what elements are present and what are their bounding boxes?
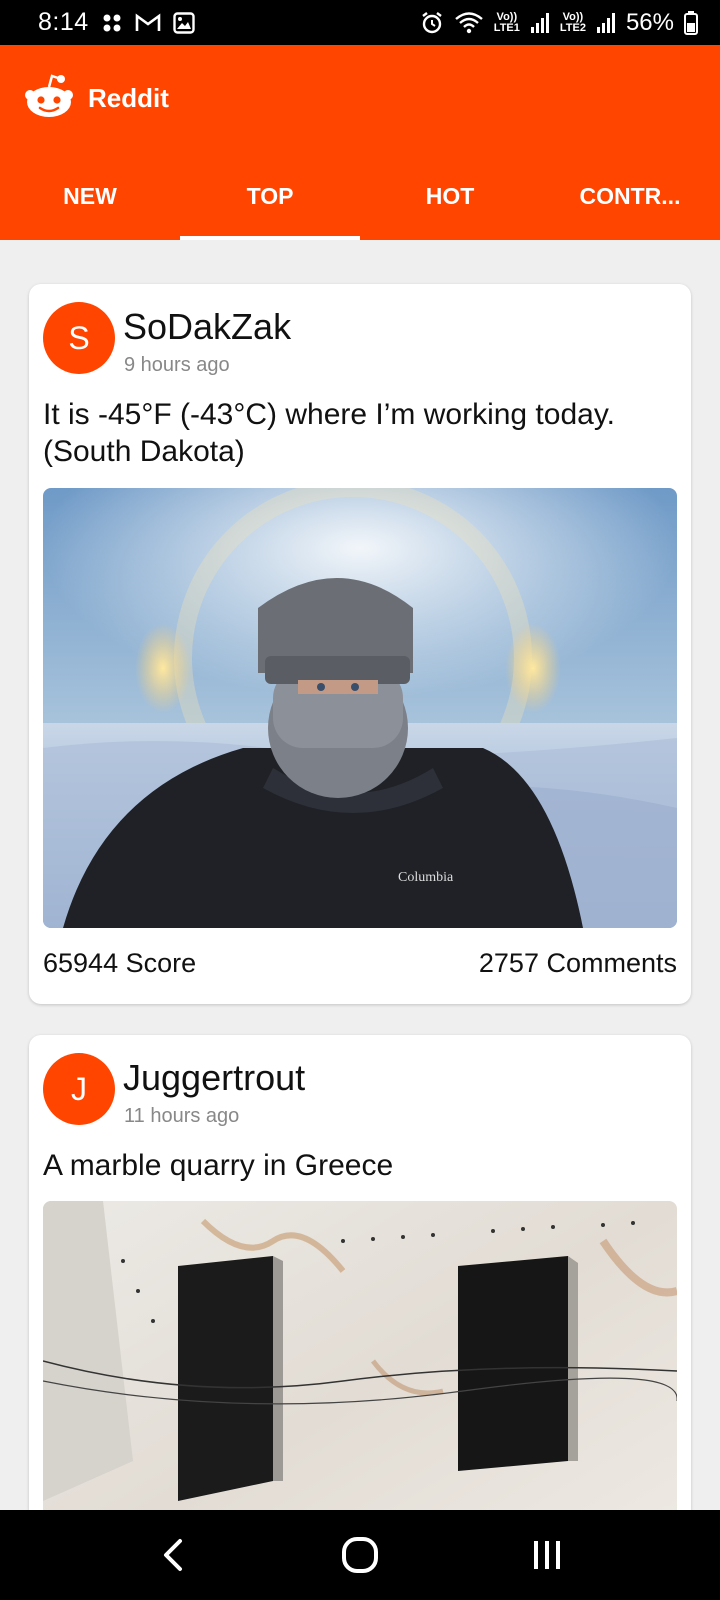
post-card[interactable]: J Juggertrout 11 hours ago A marble quar… bbox=[29, 1035, 691, 1510]
post-meta: 65944 Score 2757 Comments bbox=[43, 948, 677, 979]
battery-icon bbox=[684, 10, 698, 35]
post-author[interactable]: Juggertrout bbox=[123, 1057, 305, 1099]
signal-icon bbox=[596, 12, 616, 34]
post-time: 11 hours ago bbox=[124, 1105, 240, 1127]
post-image[interactable]: Columbia bbox=[43, 488, 677, 928]
app-bar: Reddit NEW TOP HOT CONTR... bbox=[0, 45, 720, 240]
battery-percent: 56% bbox=[625, 8, 674, 36]
signal-icon bbox=[530, 12, 550, 34]
app-title: Reddit bbox=[88, 83, 169, 113]
post-comments[interactable]: 2757 Comments bbox=[479, 948, 677, 979]
post-title[interactable]: A marble quarry in Greece bbox=[43, 1147, 673, 1184]
system-nav-bar bbox=[0, 1510, 720, 1600]
feed-tabs: NEW TOP HOT CONTR... bbox=[0, 152, 720, 240]
back-icon[interactable] bbox=[133, 1525, 213, 1585]
recents-icon[interactable] bbox=[507, 1525, 587, 1585]
post-feed[interactable]: S SoDakZak 9 hours ago It is -45°F (-43°… bbox=[0, 240, 720, 1510]
post-time: 9 hours ago bbox=[124, 354, 230, 376]
brand: Reddit bbox=[24, 73, 169, 124]
alarm-icon bbox=[420, 11, 444, 35]
network-lte2-label: Vo)) LTE2 bbox=[559, 10, 586, 34]
status-bar: 8:14 Vo)) LTE1 Vo)) LTE2 56% bbox=[0, 0, 720, 45]
post-image[interactable] bbox=[43, 1201, 677, 1510]
status-time: 8:14 bbox=[38, 8, 89, 36]
post-author[interactable]: SoDakZak bbox=[123, 306, 291, 348]
reddit-alien-icon bbox=[24, 73, 74, 124]
post-score: 65944 Score bbox=[43, 948, 197, 978]
gmail-icon bbox=[135, 12, 161, 33]
tab-top[interactable]: TOP bbox=[180, 152, 360, 240]
avatar[interactable]: S bbox=[43, 302, 115, 374]
home-icon[interactable] bbox=[320, 1525, 400, 1585]
network-lte1-label: Vo)) LTE1 bbox=[493, 10, 520, 34]
post-title[interactable]: It is -45°F (-43°C) where I’m working to… bbox=[43, 396, 673, 470]
gallery-icon bbox=[172, 11, 195, 34]
notification-dots-icon bbox=[101, 12, 123, 34]
wifi-icon bbox=[454, 11, 484, 35]
svg-text:Columbia: Columbia bbox=[398, 870, 454, 885]
tab-hot[interactable]: HOT bbox=[360, 152, 540, 240]
tab-new[interactable]: NEW bbox=[0, 152, 180, 240]
avatar[interactable]: J bbox=[43, 1053, 115, 1125]
post-card[interactable]: S SoDakZak 9 hours ago It is -45°F (-43°… bbox=[29, 284, 691, 1004]
tab-controversial[interactable]: CONTR... bbox=[540, 152, 720, 240]
